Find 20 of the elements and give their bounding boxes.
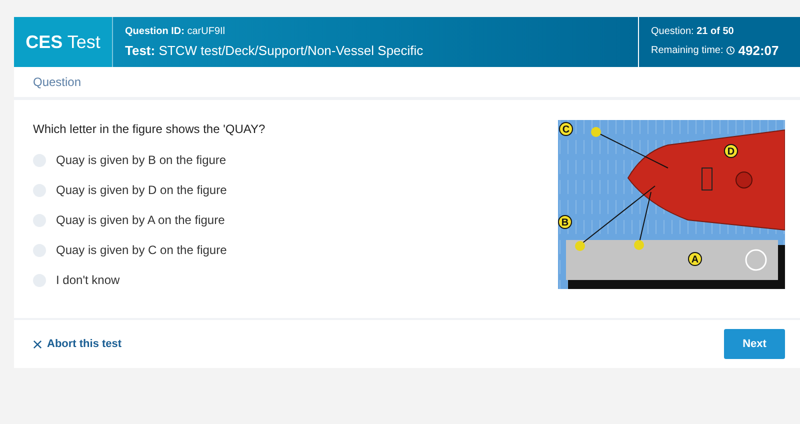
- answer-option[interactable]: Quay is given by D on the figure: [33, 182, 558, 198]
- remaining-time: 492:07: [738, 42, 779, 60]
- figure-letter: C: [562, 124, 570, 136]
- figure-letter: A: [691, 254, 699, 266]
- clock-icon: [726, 46, 736, 55]
- question-text: Which letter in the figure shows the 'QUAY?: [33, 121, 266, 138]
- abort-test-link[interactable]: Abort this test: [33, 336, 122, 352]
- question-counter: Question: 21 of 50: [651, 24, 735, 39]
- close-icon: [33, 340, 42, 348]
- answer-option[interactable]: I don't know: [33, 272, 558, 288]
- answer-option[interactable]: Quay is given by A on the figure: [33, 212, 558, 228]
- test-path: Test: STCW test/Deck/Support/Non-Vessel Specific: [125, 42, 424, 60]
- answer-option[interactable]: Quay is given by C on the figure: [33, 242, 558, 258]
- remaining-time-label: Remaining time:: [651, 44, 724, 58]
- question-id: Question ID: carUF9Il: [125, 24, 226, 39]
- section-title: Question: [33, 74, 82, 91]
- brand-title: CES Test: [26, 30, 100, 54]
- figure-letter: B: [561, 218, 569, 228]
- answer-option[interactable]: Quay is given by B on the figure: [33, 152, 558, 168]
- figure-letter: D: [727, 146, 735, 158]
